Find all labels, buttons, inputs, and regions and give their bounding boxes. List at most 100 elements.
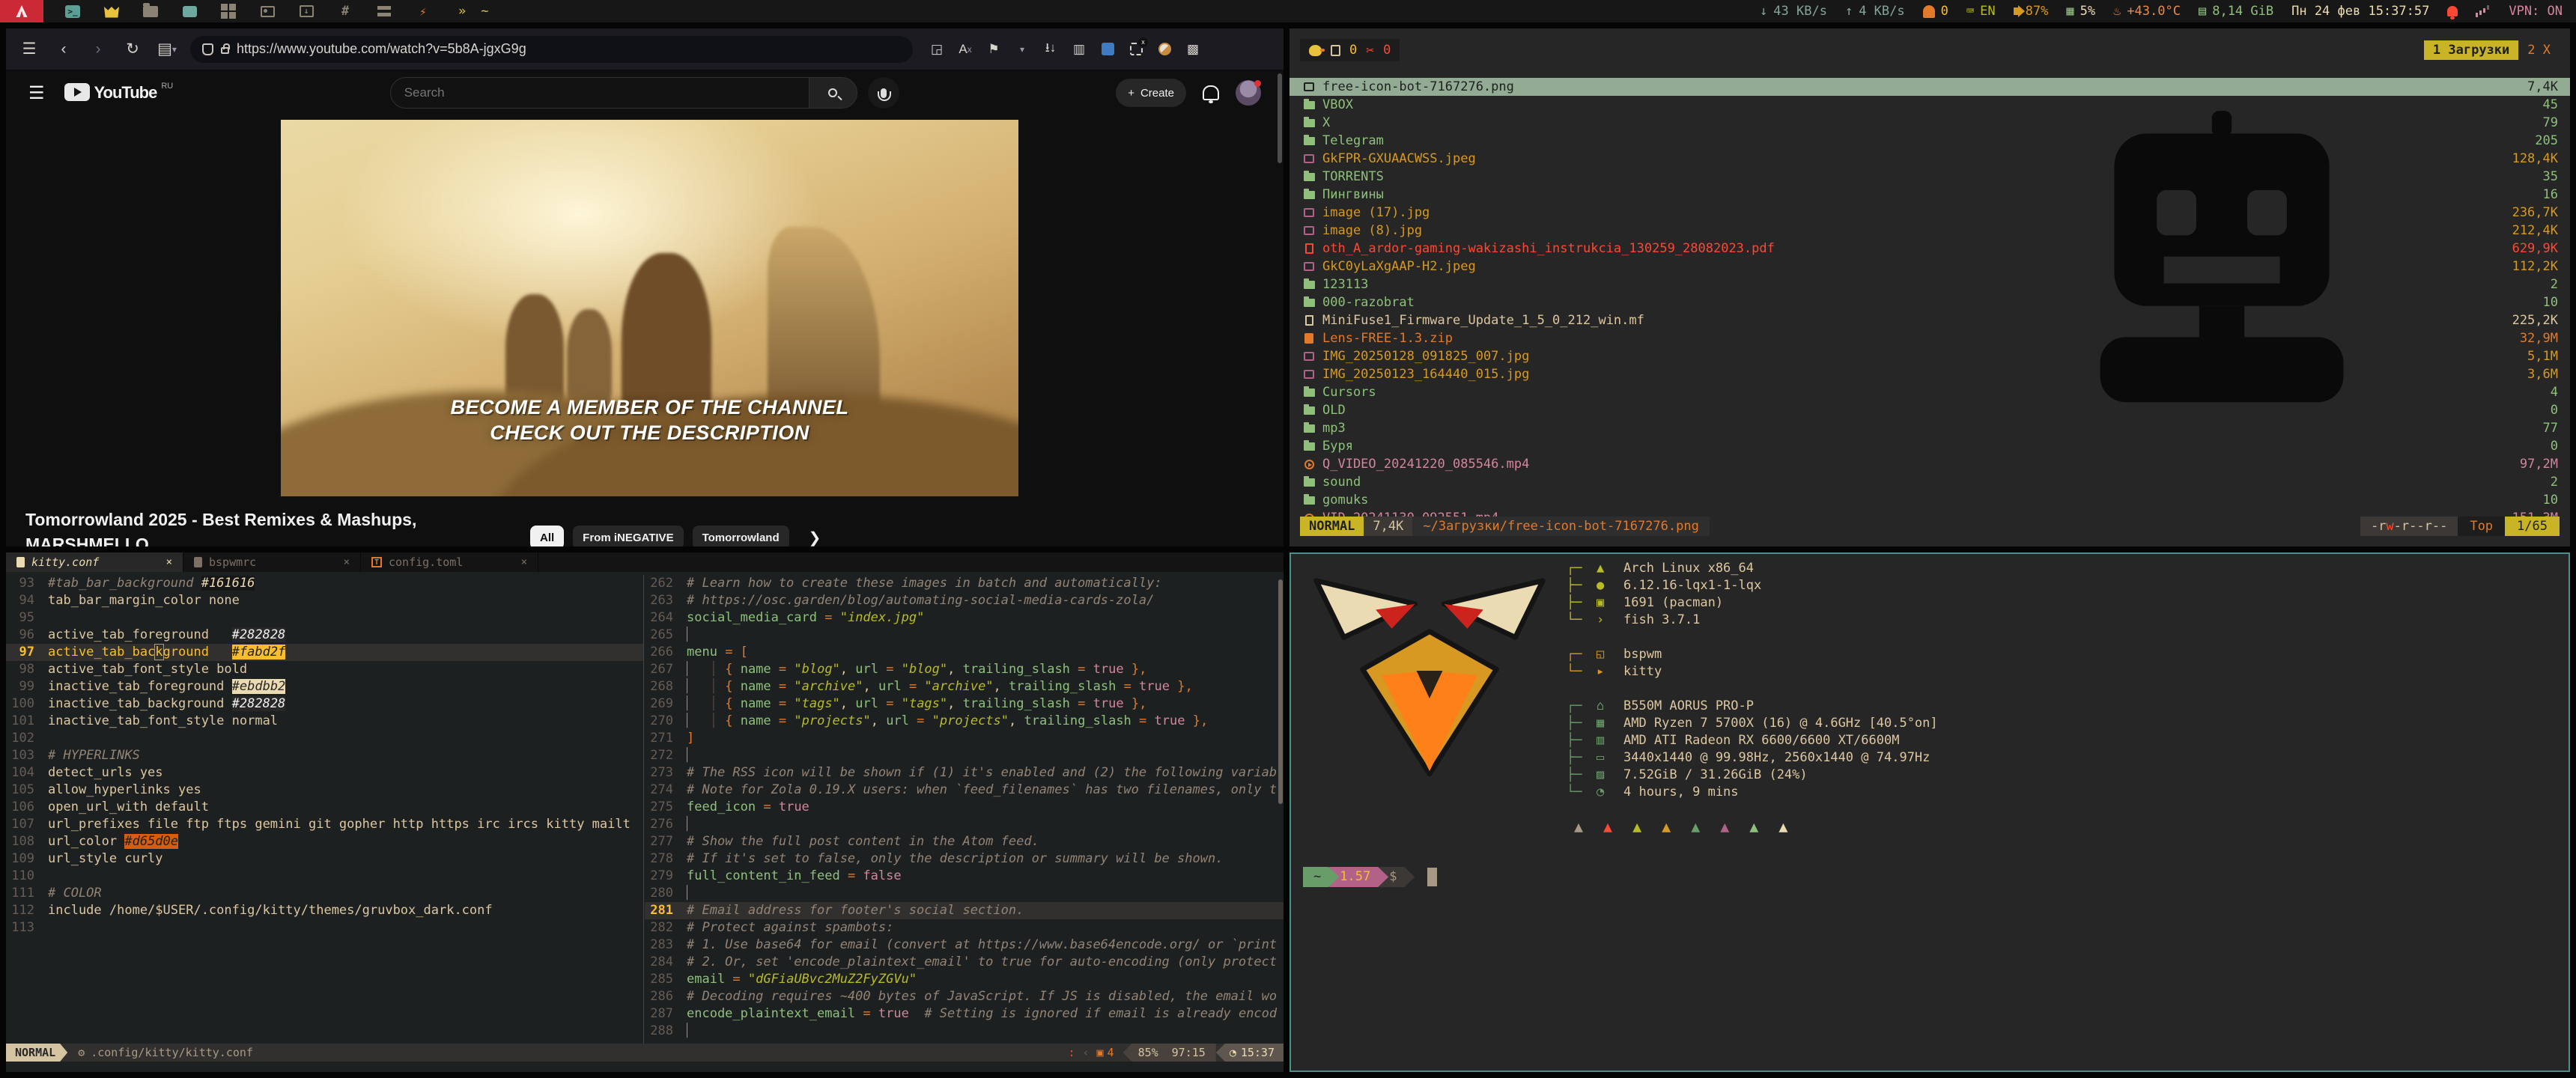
file-row[interactable]: VBOX45 — [1289, 96, 2570, 114]
file-row[interactable]: X79 — [1289, 114, 2570, 132]
create-button[interactable]: + Create — [1116, 79, 1186, 107]
file-row[interactable]: MiniFuse1_Firmware_Update_1_5_0_212_win.… — [1289, 311, 2570, 329]
workspace-terminal-icon[interactable] — [63, 4, 82, 19]
arch-menu-button[interactable] — [0, 0, 43, 22]
tab-close-icon[interactable]: × — [344, 556, 350, 568]
extensions-puzzle-icon[interactable]: ▩ — [1184, 40, 1202, 58]
file-row[interactable]: OLD0 — [1289, 401, 2570, 419]
cpu-icon[interactable]: ▦5% — [2066, 4, 2095, 19]
keyboard-icon[interactable]: ⌨EN — [1966, 4, 1996, 19]
home-indicator[interactable]: ~ — [481, 4, 488, 19]
file-row[interactable]: GkFPR-GXUAACWSS.jpeg128,4K — [1289, 150, 2570, 168]
file-row[interactable]: Cursors4 — [1289, 383, 2570, 401]
signal-icon[interactable] — [2476, 5, 2491, 17]
file-row[interactable]: gomuks10 — [1289, 491, 2570, 509]
net-down-icon[interactable]: ↓43 KB/s — [1760, 4, 1827, 19]
bookmark-icon[interactable]: ⚑ — [985, 40, 1003, 58]
yazi-tab-inactive[interactable]: 2 X — [2518, 40, 2560, 60]
file-row[interactable]: 1231132 — [1289, 275, 2570, 293]
file-row[interactable]: mp377 — [1289, 419, 2570, 437]
ghost-icon[interactable]: 0 — [1923, 4, 1948, 19]
volume-icon[interactable]: 87% — [2014, 4, 2049, 19]
file-row[interactable]: sound2 — [1289, 473, 2570, 491]
menu-icon[interactable]: ☰ — [18, 38, 40, 61]
extension-blue-icon[interactable] — [1099, 40, 1117, 58]
editor-pane-kitty-conf[interactable]: 93#tab_bar_background #16161694tab_bar_m… — [6, 575, 644, 1044]
youtube-logo[interactable]: YouTube RU — [64, 83, 174, 103]
code-line: 108url_color #d65d0e — [6, 833, 643, 850]
tab-close-icon[interactable]: × — [521, 556, 527, 568]
file-row[interactable]: IMG_20250123_164440_015.jpg3,6M — [1289, 365, 2570, 383]
editor-pane-config-toml[interactable]: 262# Learn how to create these images in… — [645, 575, 1284, 1044]
file-row[interactable]: 000-razobrat10 — [1289, 293, 2570, 311]
youtube-menu-icon[interactable]: ☰ — [28, 82, 45, 104]
workspace-cat-icon[interactable] — [102, 4, 121, 19]
translate-icon[interactable]: Ax — [956, 40, 974, 58]
yazi-tab-active[interactable]: 1 Загрузки — [2424, 40, 2518, 60]
sidebar-toggle-icon[interactable]: ▤▾ — [156, 38, 178, 61]
video-player[interactable]: BECOME A MEMBER OF THE CHANNEL CHECK OUT… — [281, 120, 1018, 496]
search-input[interactable] — [404, 85, 795, 100]
workspace-chat-icon[interactable] — [180, 4, 199, 19]
bell-icon[interactable] — [2447, 6, 2458, 16]
file-row[interactable]: oth_A_ardor-gaming-wakizashi_instrukcia_… — [1289, 240, 2570, 258]
back-icon[interactable]: ‹ — [52, 38, 75, 61]
file-row[interactable]: image (17).jpg236,7K — [1289, 204, 2570, 222]
file-row[interactable]: TORRENTS35 — [1289, 168, 2570, 186]
terminal-cursor — [1427, 868, 1437, 886]
code-line: 266menu = [ — [645, 644, 1284, 661]
file-row[interactable]: free-icon-bot-7167276.png7,4K — [1289, 78, 2570, 96]
url-input[interactable] — [237, 41, 901, 57]
file-row[interactable]: GkC0yLaXgAAP-H2.jpeg112,2K — [1289, 258, 2570, 275]
editor-body[interactable]: 93#tab_bar_background #16161694tab_bar_m… — [6, 572, 1284, 1044]
chip-all[interactable]: All — [530, 526, 564, 546]
screenshot-icon[interactable]: x — [1127, 40, 1145, 58]
notifications-bell-icon[interactable] — [1203, 85, 1219, 100]
search-field[interactable] — [390, 77, 809, 109]
workspace-folder-icon[interactable] — [141, 4, 160, 19]
editor-tab-bspwmrc[interactable]: bspwmrc× — [183, 552, 361, 572]
adblock-icon[interactable] — [1155, 40, 1173, 58]
forward-icon[interactable]: › — [87, 38, 109, 61]
workspace-windows-icon[interactable] — [219, 4, 238, 19]
editor-tab-kitty.conf[interactable]: kitty.conf× — [6, 552, 183, 572]
downloads-icon[interactable]: ⭳↓ — [1042, 40, 1060, 58]
workspace-pulse-icon[interactable] — [413, 4, 433, 19]
bookmarks-caret-icon[interactable]: ▾ — [1013, 40, 1031, 58]
file-row[interactable]: Буря0 — [1289, 437, 2570, 455]
net-up-icon[interactable]: ↑4 KB/s — [1845, 4, 1905, 19]
voice-search-button[interactable] — [868, 77, 899, 109]
shell-prompt[interactable]: ~1.57$ — [1303, 867, 1437, 887]
rss-icon[interactable]: ◲ — [928, 40, 946, 58]
chips-more-icon[interactable]: ❯ — [809, 529, 821, 547]
workspace-image-icon[interactable] — [258, 4, 277, 19]
workspace-hash-icon[interactable] — [335, 4, 355, 19]
search-button[interactable] — [809, 77, 857, 109]
file-row[interactable]: Lens-FREE-1.3.zip32,9M — [1289, 329, 2570, 347]
list-index: 1/65 — [2505, 517, 2560, 536]
clock-label[interactable]: Пн 24 фев 15:37:57 — [2291, 4, 2429, 19]
chip-from-inegative[interactable]: From iNEGATIVE — [573, 526, 683, 546]
file-row[interactable]: image (8).jpg212,4K — [1289, 222, 2570, 240]
workspace-layout-icon[interactable] — [374, 4, 394, 19]
memory-icon[interactable]: ▤8,14 GiB — [2199, 4, 2273, 19]
vpn-label[interactable]: VPN: ON — [2509, 4, 2563, 19]
file-row[interactable]: Telegram205 — [1289, 132, 2570, 150]
file-row[interactable]: Пингвины16 — [1289, 186, 2570, 204]
url-bar[interactable] — [190, 36, 913, 63]
temp-icon[interactable]: ♨+43.0°C — [2113, 4, 2181, 19]
tab-close-icon[interactable]: × — [166, 556, 172, 568]
workspace-download-icon[interactable] — [297, 4, 316, 19]
file-row[interactable]: IMG_20250128_091825_007.jpg5,1M — [1289, 347, 2570, 365]
avatar[interactable] — [1236, 80, 1261, 106]
editor-scrollbar[interactable] — [1278, 579, 1283, 804]
launcher-chevrons[interactable]: » — [458, 4, 466, 19]
chip-tomorrowland[interactable]: Tomorrowland — [693, 526, 789, 546]
file-row[interactable]: Q_VIDEO_20241220_085546.mp497,2M — [1289, 455, 2570, 473]
shield-icon[interactable] — [202, 43, 213, 55]
page-scrollbar[interactable] — [1278, 73, 1282, 163]
reload-icon[interactable]: ↻ — [121, 38, 144, 61]
library-icon[interactable]: ▥ — [1070, 40, 1088, 58]
image-icon — [1303, 370, 1315, 379]
editor-tab-config.toml[interactable]: Tconfig.toml× — [361, 552, 538, 572]
